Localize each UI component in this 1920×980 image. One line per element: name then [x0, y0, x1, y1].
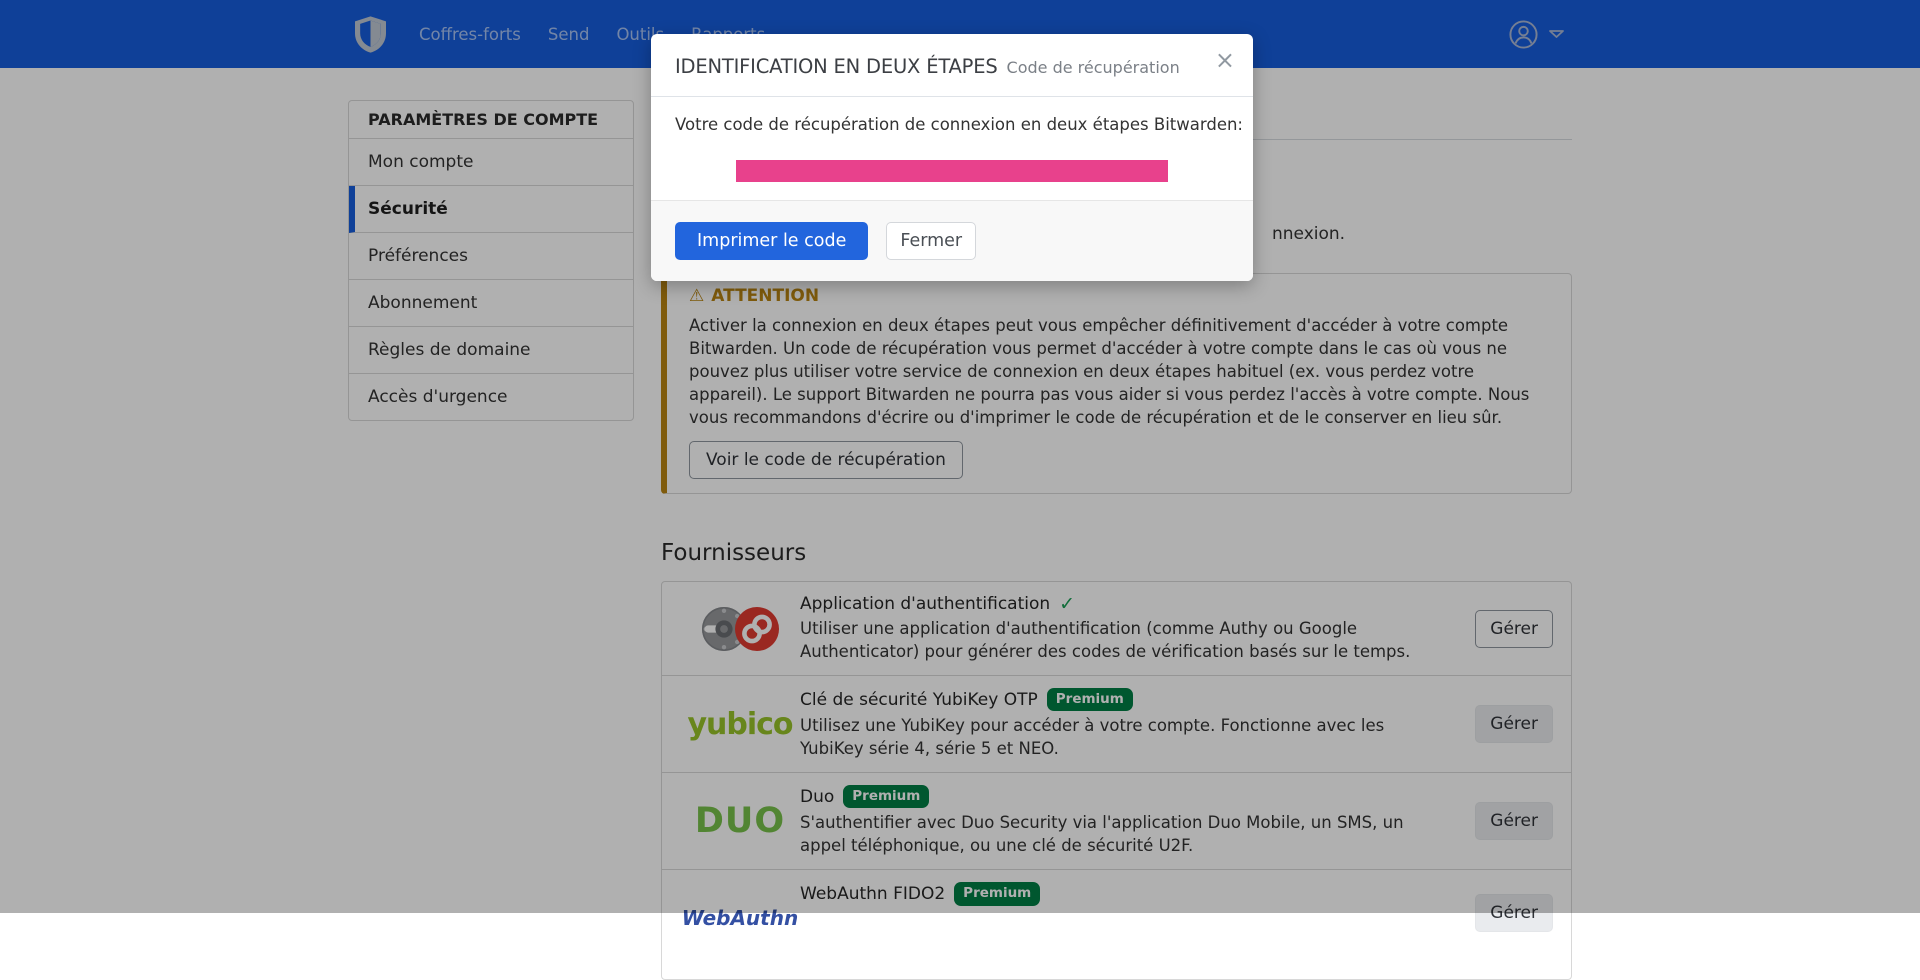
modal-subtitle: Code de récupération — [1007, 58, 1180, 77]
close-icon[interactable]: × — [1209, 42, 1241, 78]
close-modal-button[interactable]: Fermer — [886, 222, 976, 260]
redacted-recovery-code — [736, 160, 1168, 182]
recovery-code-label: Votre code de récupération de connexion … — [675, 115, 1229, 134]
modal-header: IDENTIFICATION EN DEUX ÉTAPES Code de ré… — [651, 34, 1253, 97]
modal-title: IDENTIFICATION EN DEUX ÉTAPES — [675, 55, 998, 78]
modal-footer: Imprimer le code Fermer — [651, 200, 1253, 281]
print-code-button[interactable]: Imprimer le code — [675, 222, 868, 260]
modal-body: Votre code de récupération de connexion … — [651, 97, 1253, 200]
recovery-code-modal: IDENTIFICATION EN DEUX ÉTAPES Code de ré… — [651, 34, 1253, 281]
